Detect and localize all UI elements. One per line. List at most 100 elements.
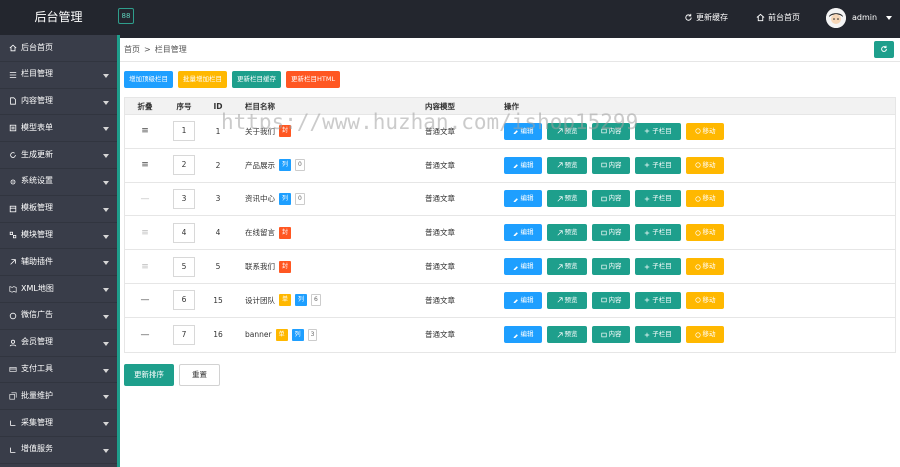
order-input[interactable]: 4 [173,222,195,243]
chevron-down-icon[interactable] [886,16,892,20]
preview-label: 预览 [564,160,578,169]
content-count-badge: 0 [295,192,305,205]
fold-toggle[interactable]: ≡ [141,126,149,136]
sub-category-button[interactable]: 子栏目 [635,258,681,276]
move-button[interactable]: 移动 [686,291,724,309]
sub-category-button[interactable]: 子栏目 [635,291,681,309]
reset-button[interactable]: 重置 [179,364,220,386]
delete-button[interactable]: 删除 [729,224,750,241]
save-order-button[interactable]: 更新排序 [124,364,174,386]
preview-button[interactable]: 预览 [547,156,587,174]
sidebar-item-6[interactable]: 模板管理 [0,196,117,223]
content-button[interactable]: 内容 [592,156,630,174]
delete-button[interactable]: 删除 [729,123,750,140]
ops-cell: 编辑 预览 内容 子栏目 移动 删除 [503,224,895,242]
order-input[interactable]: 6 [173,290,195,311]
sub-category-button[interactable]: 子栏目 [635,224,681,242]
order-input[interactable]: 7 [173,324,195,345]
edit-button[interactable]: 编辑 [504,258,542,276]
edit-button[interactable]: 编辑 [504,122,542,140]
fold-toggle[interactable]: ≡ [141,160,149,170]
delete-button[interactable]: 删除 [729,292,750,309]
content-button[interactable]: 内容 [592,258,630,276]
move-button[interactable]: 移动 [686,122,724,140]
sidebar-item-3[interactable]: 模型表单 [0,115,117,143]
category-name[interactable]: 在线留言 [245,227,275,238]
collect-icon [8,418,18,428]
sidebar-item-1[interactable]: 栏目管理 [0,62,117,89]
fold-toggle[interactable]: — [141,194,150,204]
model-cell: 普通文章 [425,228,455,238]
edit-button[interactable]: 编辑 [504,156,542,174]
frontend-home-link[interactable]: 前台首页 [756,0,800,35]
move-button[interactable]: 移动 [686,156,724,174]
edit-button[interactable]: 编辑 [504,224,542,242]
sidebar-item-14[interactable]: 采集管理 [0,410,117,437]
menu-toggle-button[interactable]: 88 [118,8,134,24]
preview-button[interactable]: 预览 [547,122,587,140]
category-name[interactable]: 关于我们 [245,126,275,137]
breadcrumb-home[interactable]: 首页 [124,45,140,54]
category-name[interactable]: 设计团队 [245,295,275,306]
fold-toggle[interactable]: — [141,295,150,305]
sidebar-item-2[interactable]: 内容管理 [0,89,117,116]
avatar[interactable] [826,8,846,28]
category-name[interactable]: banner [245,330,272,339]
fold-toggle[interactable]: ≡ [141,262,149,272]
order-cell: 4 [165,222,203,243]
fold-toggle[interactable]: ≡ [141,228,149,238]
edit-button[interactable]: 编辑 [504,190,542,208]
sidebar-item-8[interactable]: 辅助插件 [0,249,117,277]
sub-category-button[interactable]: 子栏目 [635,190,681,208]
refresh-button[interactable] [874,41,894,58]
action-button-0[interactable]: 增加顶级栏目 [124,71,173,88]
move-button[interactable]: 移动 [686,224,724,242]
sub-category-button[interactable]: 子栏目 [635,156,681,174]
edit-button[interactable]: 编辑 [504,326,542,344]
action-button-1[interactable]: 批量增加栏目 [178,71,227,88]
preview-button[interactable]: 预览 [547,291,587,309]
fold-toggle[interactable]: — [141,330,150,340]
move-button[interactable]: 移动 [686,326,724,344]
delete-button[interactable]: 删除 [729,258,750,275]
order-input[interactable]: 3 [173,188,195,209]
edit-button[interactable]: 编辑 [504,291,542,309]
preview-button[interactable]: 预览 [547,190,587,208]
preview-button[interactable]: 预览 [547,224,587,242]
delete-button[interactable]: 删除 [729,157,750,174]
content-button[interactable]: 内容 [592,190,630,208]
sub-category-button[interactable]: 子栏目 [635,326,681,344]
delete-button[interactable]: 删除 [729,326,750,343]
sidebar-item-7[interactable]: 模块管理 [0,223,117,250]
move-button[interactable]: 移动 [686,258,724,276]
category-name[interactable]: 资讯中心 [245,193,275,204]
delete-button[interactable]: 删除 [729,190,750,207]
content-button[interactable]: 内容 [592,122,630,140]
preview-button[interactable]: 预览 [547,326,587,344]
clear-cache-link[interactable]: 更新缓存 [684,0,728,35]
order-input[interactable]: 1 [173,121,195,142]
order-input[interactable]: 2 [173,155,195,176]
user-name[interactable]: admin [852,0,877,35]
sub-category-button[interactable]: 子栏目 [635,122,681,140]
sidebar-item-12[interactable]: 支付工具 [0,357,117,384]
sidebar-item-9[interactable]: XML地图 [0,276,117,303]
preview-button[interactable]: 预览 [547,258,587,276]
sidebar-item-label: 系统设置 [21,176,53,186]
action-button-2[interactable]: 更新栏目缓存 [232,71,281,88]
category-name[interactable]: 产品展示 [245,160,275,171]
content-button[interactable]: 内容 [592,326,630,344]
sidebar-item-4[interactable]: 生成更新 [0,142,117,169]
sidebar-item-5[interactable]: 系统设置 [0,169,117,196]
sidebar-item-10[interactable]: 微信广告 [0,303,117,330]
category-name[interactable]: 联系我们 [245,261,275,272]
sidebar-item-15[interactable]: 增值服务 [0,437,117,464]
order-input[interactable]: 5 [173,256,195,277]
sidebar-item-0[interactable]: 后台首页 [0,35,117,62]
action-button-3[interactable]: 更新栏目HTML [286,71,341,88]
sidebar-item-13[interactable]: 批量维护 [0,383,117,411]
content-button[interactable]: 内容 [592,291,630,309]
content-button[interactable]: 内容 [592,224,630,242]
move-button[interactable]: 移动 [686,190,724,208]
sidebar-item-11[interactable]: 会员管理 [0,330,117,357]
